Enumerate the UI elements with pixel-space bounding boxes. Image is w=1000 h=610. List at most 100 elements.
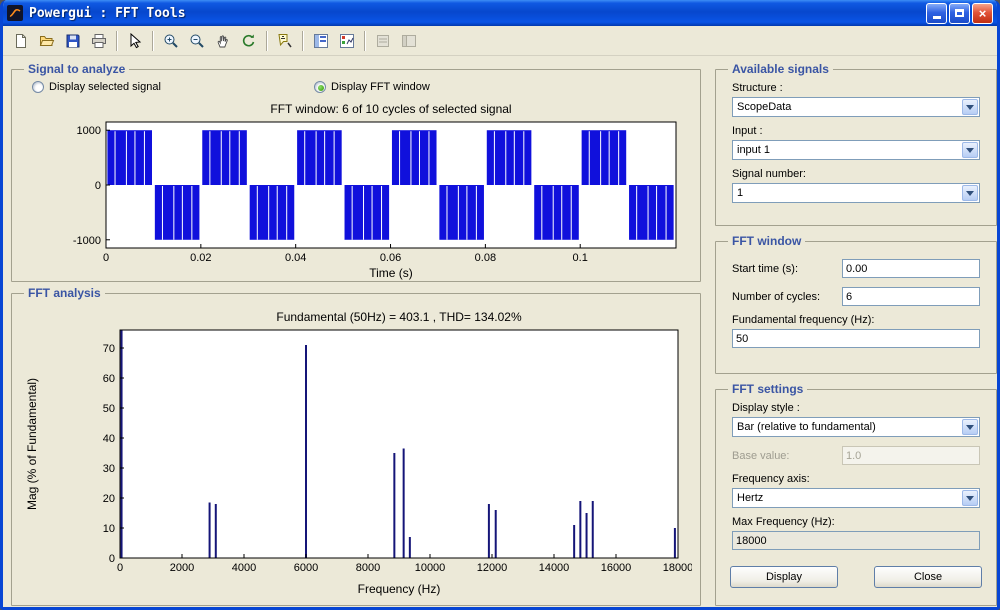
fft-settings-group: FFT settings Display style : Bar (relati…	[715, 382, 997, 606]
pointer-tool-button[interactable]	[123, 29, 147, 52]
svg-text:0.06: 0.06	[380, 252, 401, 264]
chevron-down-icon	[962, 142, 978, 158]
signal-number-label: Signal number:	[732, 168, 980, 180]
close-button[interactable]: Close	[874, 566, 982, 588]
close-window-button[interactable]: ×	[972, 3, 993, 24]
signal-to-analyze-title: Signal to analyze	[24, 62, 129, 76]
signal-number-dropdown[interactable]: 1	[732, 183, 980, 203]
maximize-icon	[955, 9, 964, 17]
printer-icon	[91, 33, 107, 49]
toolbar-separator	[302, 31, 304, 51]
svg-text:0: 0	[117, 562, 123, 574]
signal-number-dropdown-value: 1	[737, 187, 743, 199]
svg-text:10000: 10000	[415, 562, 446, 574]
number-of-cycles-input[interactable]	[842, 287, 980, 306]
svg-text:14000: 14000	[539, 562, 570, 574]
toolbar-separator	[116, 31, 118, 51]
svg-text:8000: 8000	[356, 562, 380, 574]
new-document-icon	[13, 33, 29, 49]
property-editor-button	[371, 29, 395, 52]
svg-text:0: 0	[95, 180, 101, 192]
svg-text:40: 40	[103, 433, 115, 445]
structure-label: Structure :	[732, 82, 980, 94]
time-domain-plot: FFT window: 6 of 10 cycles of selected s…	[20, 100, 692, 282]
number-of-cycles-label: Number of cycles:	[732, 291, 820, 303]
data-cursor-icon	[277, 33, 293, 49]
input-dropdown[interactable]: input 1	[732, 140, 980, 160]
zoom-in-button[interactable]	[159, 29, 183, 52]
svg-text:0.08: 0.08	[475, 252, 496, 264]
rotate-3d-button[interactable]	[237, 29, 261, 52]
input-label: Input :	[732, 125, 980, 137]
property-editor-icon	[375, 33, 391, 49]
svg-text:70: 70	[103, 343, 115, 355]
frequency-axis-dropdown-value: Hertz	[737, 492, 763, 504]
base-value-label: Base value:	[732, 450, 789, 462]
svg-text:50: 50	[103, 403, 115, 415]
signal-to-analyze-group: Signal to analyze Display selected signa…	[11, 62, 701, 282]
display-selected-signal-radio[interactable]: Display selected signal	[32, 81, 161, 93]
svg-text:16000: 16000	[601, 562, 632, 574]
display-fft-window-label: Display FFT window	[331, 81, 430, 93]
matlab-figure-icon	[7, 5, 23, 21]
svg-text:Fundamental (50Hz) = 403.1 , T: Fundamental (50Hz) = 403.1 , THD= 134.02…	[276, 310, 522, 324]
title-bar: Powergui : FFT Tools ×	[3, 0, 997, 26]
display-style-label: Display style :	[732, 402, 980, 414]
svg-text:4000: 4000	[232, 562, 256, 574]
chevron-down-icon	[962, 490, 978, 506]
zoom-out-icon	[189, 33, 205, 49]
svg-text:6000: 6000	[294, 562, 318, 574]
display-style-dropdown-value: Bar (relative to fundamental)	[737, 421, 876, 433]
available-signals-group: Available signals Structure : ScopeData …	[715, 62, 997, 226]
svg-text:0: 0	[103, 252, 109, 264]
plot-tools-icon	[401, 33, 417, 49]
display-button[interactable]: Display	[730, 566, 838, 588]
data-cursor-button[interactable]	[273, 29, 297, 52]
fft-settings-title: FFT settings	[728, 382, 807, 396]
plot-browser-button[interactable]	[335, 29, 359, 52]
fundamental-frequency-label: Fundamental frequency (Hz):	[732, 314, 980, 326]
toolbar	[3, 26, 997, 56]
open-folder-icon	[39, 33, 55, 49]
start-time-input[interactable]	[842, 259, 980, 278]
fft-window-title: FFT window	[728, 234, 805, 248]
figure-palette-icon	[313, 33, 329, 49]
svg-text:10: 10	[103, 523, 115, 535]
structure-dropdown[interactable]: ScopeData	[732, 97, 980, 117]
toolbar-separator	[266, 31, 268, 51]
chevron-down-icon	[962, 99, 978, 115]
max-frequency-label: Max Frequency (Hz):	[732, 516, 980, 528]
fundamental-frequency-input[interactable]	[732, 329, 980, 348]
cursor-arrow-icon	[127, 33, 143, 49]
svg-text:0.02: 0.02	[190, 252, 211, 264]
zoom-out-button[interactable]	[185, 29, 209, 52]
new-file-button[interactable]	[9, 29, 33, 52]
figure-palette-button[interactable]	[309, 29, 333, 52]
save-button[interactable]	[61, 29, 85, 52]
radio-checked-icon	[314, 81, 326, 93]
chevron-down-icon	[962, 185, 978, 201]
svg-text:0.1: 0.1	[573, 252, 588, 264]
display-fft-window-radio[interactable]: Display FFT window	[314, 81, 430, 93]
spectrum-plot: Fundamental (50Hz) = 403.1 , THD= 134.02…	[20, 302, 692, 598]
pan-button[interactable]	[211, 29, 235, 52]
display-style-dropdown[interactable]: Bar (relative to fundamental)	[732, 417, 980, 437]
floppy-disk-icon	[65, 33, 81, 49]
print-button[interactable]	[87, 29, 111, 52]
max-frequency-input[interactable]	[732, 531, 980, 550]
svg-text:FFT window: 6 of 10 cycles of: FFT window: 6 of 10 cycles of selected s…	[270, 102, 511, 116]
maximize-button[interactable]	[949, 3, 970, 24]
plot-tools-button	[397, 29, 421, 52]
available-signals-title: Available signals	[728, 62, 833, 76]
input-dropdown-value: input 1	[737, 144, 770, 156]
minimize-button[interactable]	[926, 3, 947, 24]
fft-analysis-title: FFT analysis	[24, 286, 105, 300]
client-area: Signal to analyze Display selected signa…	[3, 56, 997, 607]
open-file-button[interactable]	[35, 29, 59, 52]
zoom-in-icon	[163, 33, 179, 49]
frequency-axis-dropdown[interactable]: Hertz	[732, 488, 980, 508]
signal-display-options: Display selected signal Display FFT wind…	[20, 78, 692, 100]
svg-text:-1000: -1000	[73, 235, 101, 247]
display-selected-signal-label: Display selected signal	[49, 81, 161, 93]
radio-unchecked-icon	[32, 81, 44, 93]
